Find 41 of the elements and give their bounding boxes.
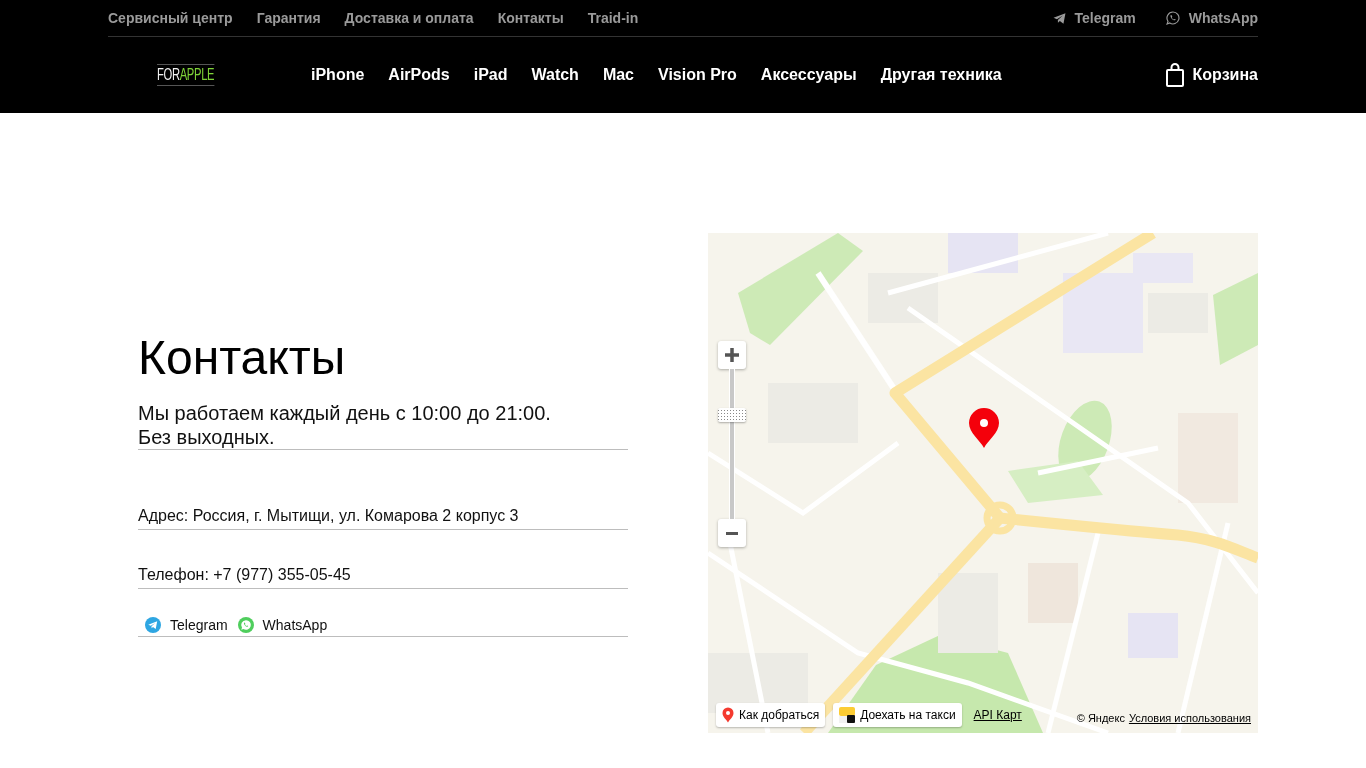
top-link[interactable]: Контакты: [497, 10, 564, 26]
top-link[interactable]: Гарантия: [256, 10, 321, 26]
paper-plane-icon: [145, 616, 161, 633]
top-link[interactable]: Traid-in: [587, 10, 639, 26]
terms-link[interactable]: Условия использования: [1128, 712, 1251, 724]
working-hours: Мы работаем каждый день с 10:00 до 21:00. Без выходных.: [138, 400, 551, 449]
nav-link[interactable]: Другая техника: [880, 66, 1002, 84]
logo[interactable]: FORAPPLE: [157, 64, 215, 86]
messenger-link[interactable]: Telegram: [1052, 10, 1136, 26]
nav-link[interactable]: Mac: [602, 66, 634, 84]
messenger-link[interactable]: Telegram: [145, 614, 228, 635]
top-link[interactable]: Доставка и оплата: [344, 10, 474, 26]
messenger-link[interactable]: WhatsApp: [237, 614, 328, 635]
nav-link[interactable]: iPhone: [311, 66, 365, 84]
taxi-button[interactable]: Доехать на такси: [833, 703, 962, 727]
location-pin-icon: [722, 707, 734, 723]
phone-text: Телефон: +7 (977) 355-05-45: [138, 564, 351, 585]
zoom-in-button[interactable]: [718, 341, 746, 369]
zoom-slider-thumb[interactable]: [718, 408, 746, 423]
nav-link[interactable]: iPad: [473, 66, 508, 84]
page-title: Контакты: [138, 329, 347, 386]
minus-icon: [725, 531, 739, 535]
cart-link[interactable]: Корзина: [1165, 63, 1258, 87]
nav-link[interactable]: AirPods: [388, 66, 450, 84]
copyright-text: © Яндекс: [1076, 712, 1125, 724]
taxi-icon: [839, 707, 856, 723]
nav-link[interactable]: Watch: [531, 66, 579, 84]
api-link[interactable]: API Карт: [973, 708, 1022, 722]
address-text: Адрес: Россия, г. Мытищи, ул. Комарова 2 корпус 3: [138, 505, 519, 526]
nav-link[interactable]: Vision Pro: [658, 66, 737, 84]
zoom-out-button[interactable]: [718, 519, 746, 547]
top-link[interactable]: Сервисный центр: [108, 10, 233, 26]
shopping-bag-icon: [1165, 63, 1184, 87]
map-pin-icon[interactable]: [968, 407, 1000, 449]
nav-link[interactable]: Аксессуары: [760, 66, 857, 84]
plus-icon: [725, 348, 739, 362]
paper-plane-icon: [1052, 12, 1066, 24]
messenger-link[interactable]: WhatsApp: [1165, 10, 1258, 26]
chat-phone-icon: [1165, 11, 1180, 25]
chat-phone-icon: [237, 616, 254, 633]
route-button[interactable]: Как добраться: [716, 703, 826, 727]
